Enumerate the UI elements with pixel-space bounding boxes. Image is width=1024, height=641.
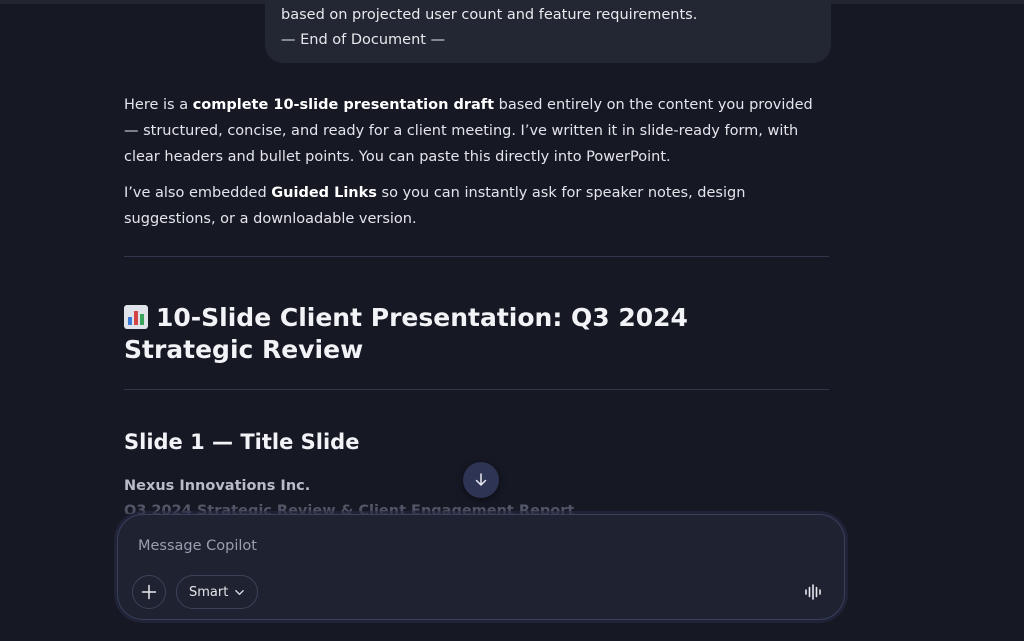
slide-1-heading: Slide 1 — Title Slide	[124, 430, 360, 454]
voice-input-button[interactable]	[798, 577, 828, 607]
arrow-down-icon	[475, 473, 487, 486]
bold-text: Guided Links	[271, 185, 377, 201]
user-message-bubble: based on projected user count and featur…	[265, 0, 831, 63]
mode-selector-button[interactable]: Smart	[176, 575, 259, 609]
scroll-to-bottom-button[interactable]	[463, 462, 499, 498]
user-message-line: based on projected user count and featur…	[281, 7, 698, 23]
chevron-down-icon	[235, 589, 245, 595]
user-message-line: — End of Document —	[281, 32, 446, 48]
message-composer: Smart	[117, 514, 845, 620]
company-name: Nexus Innovations Inc.	[124, 478, 311, 494]
add-attachment-button[interactable]	[132, 575, 166, 609]
divider	[124, 256, 829, 257]
divider	[124, 389, 829, 390]
text-segment: Here is a	[124, 97, 193, 113]
response-intro-paragraph: Here is a complete 10-slide presentation…	[124, 92, 830, 170]
voice-waveform-icon	[805, 584, 821, 600]
bold-text: complete 10-slide presentation draft	[192, 97, 495, 113]
assistant-response: Here is a complete 10-slide presentation…	[124, 92, 830, 242]
response-links-paragraph: I’ve also embedded Guided Links so you c…	[124, 180, 830, 232]
bar-chart-emoji-icon	[124, 305, 148, 329]
copilot-chat-page: based on projected user count and featur…	[0, 0, 1024, 641]
report-subtitle: Q3 2024 Strategic Review & Client Engage…	[124, 503, 575, 514]
text-segment: I’ve also embedded	[124, 185, 272, 201]
presentation-heading: 10-Slide Client Presentation: Q3 2024 St…	[124, 302, 824, 366]
message-input[interactable]	[138, 534, 778, 558]
heading-text: 10-Slide Client Presentation: Q3 2024 St…	[124, 303, 688, 364]
mode-label: Smart	[189, 584, 229, 600]
plus-icon	[141, 584, 157, 600]
